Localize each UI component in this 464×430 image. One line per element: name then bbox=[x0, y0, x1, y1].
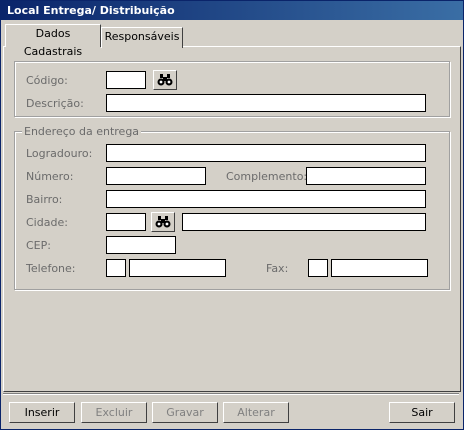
codigo-input[interactable] bbox=[106, 71, 146, 89]
tab-pane-dados-cadastrais: Código: Descrição: Endereço da entrega L… bbox=[3, 46, 461, 392]
alterar-button[interactable]: Alterar bbox=[223, 402, 289, 423]
fax-label: Fax: bbox=[266, 262, 289, 275]
fax-ddd-input[interactable] bbox=[308, 259, 328, 277]
cidade-search-button[interactable] bbox=[151, 212, 175, 232]
cep-input[interactable] bbox=[106, 236, 176, 254]
cep-label: CEP: bbox=[26, 239, 51, 252]
address-group-title: Endereço da entrega bbox=[22, 125, 142, 138]
telefone-input[interactable] bbox=[129, 259, 226, 277]
bairro-label: Bairro: bbox=[26, 193, 63, 206]
title-bar: Local Entrega/ Distribuição bbox=[1, 1, 463, 20]
tab-responsaveis[interactable]: Responsáveis bbox=[101, 27, 183, 48]
complemento-input[interactable] bbox=[306, 167, 426, 185]
descricao-label: Descrição: bbox=[26, 97, 84, 110]
numero-input[interactable] bbox=[106, 167, 206, 185]
complemento-label: Complemento: bbox=[226, 170, 308, 183]
cidade-name-input[interactable] bbox=[182, 213, 426, 231]
cidade-code-input[interactable] bbox=[106, 213, 146, 231]
logradouro-label: Logradouro: bbox=[26, 147, 93, 160]
descricao-input[interactable] bbox=[106, 94, 426, 112]
logradouro-input[interactable] bbox=[106, 144, 426, 162]
gravar-button[interactable]: Gravar bbox=[152, 402, 218, 423]
codigo-search-button[interactable] bbox=[153, 70, 177, 90]
numero-label: Número: bbox=[26, 170, 74, 183]
telefone-ddd-input[interactable] bbox=[106, 259, 126, 277]
bairro-input[interactable] bbox=[106, 190, 426, 208]
binoculars-icon bbox=[155, 216, 171, 228]
window-title: Local Entrega/ Distribuição bbox=[7, 4, 175, 17]
window: Local Entrega/ Distribuição Dados Cadast… bbox=[0, 0, 464, 430]
inserir-button[interactable]: Inserir bbox=[9, 402, 75, 423]
cidade-label: Cidade: bbox=[26, 216, 68, 229]
binoculars-icon bbox=[157, 74, 173, 86]
codigo-label: Código: bbox=[26, 74, 68, 87]
sair-button[interactable]: Sair bbox=[389, 402, 455, 423]
telefone-label: Telefone: bbox=[26, 262, 76, 275]
fax-input[interactable] bbox=[331, 259, 428, 277]
excluir-button[interactable]: Excluir bbox=[81, 402, 147, 423]
tab-dados-cadastrais[interactable]: Dados Cadastrais bbox=[5, 24, 101, 58]
footer-separator bbox=[3, 393, 459, 395]
